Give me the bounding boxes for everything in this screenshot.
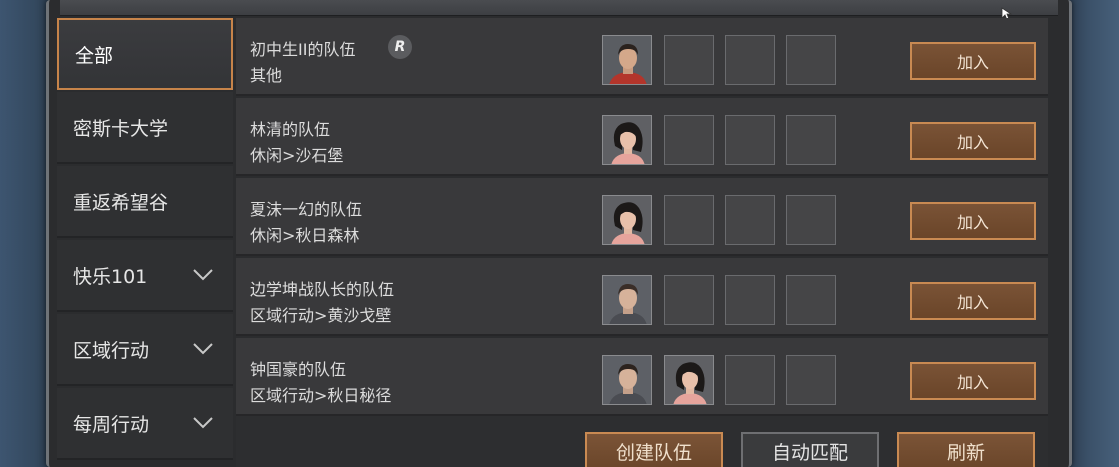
female-avatar-icon	[603, 116, 651, 164]
team-location: 休闲>秋日森林	[250, 226, 360, 245]
sidebar-item-label: 快乐101	[73, 265, 148, 288]
team-location: 其他	[250, 66, 283, 85]
team-name: 夏沫一幻的队伍	[250, 200, 363, 219]
sidebar-item-return-hope-valley[interactable]: 重返希望谷	[57, 166, 233, 238]
empty-member-slot	[725, 115, 775, 165]
empty-member-slot	[786, 275, 836, 325]
panel-top-bar	[60, 0, 1058, 16]
sidebar-item-label: 全部	[75, 44, 114, 67]
chevron-down-icon	[193, 417, 213, 429]
member-avatar[interactable]	[602, 195, 652, 245]
sidebar-item-miska-university[interactable]: 密斯卡大学	[57, 92, 233, 164]
background-left	[0, 0, 50, 467]
join-button[interactable]: 加入	[910, 362, 1036, 400]
chevron-down-icon	[193, 269, 213, 281]
team-list: 初中生II的队伍 R 其他 加入 林清的队伍 休闲>沙石堡 加入 夏沫一幻的队伍…	[236, 16, 1048, 416]
empty-member-slot	[786, 35, 836, 85]
join-button[interactable]: 加入	[910, 202, 1036, 240]
team-name: 边学坤战队长的队伍	[250, 280, 395, 299]
female-avatar-icon	[603, 196, 651, 244]
team-location: 区域行动>黄沙戈壁	[250, 306, 392, 325]
sidebar-item-regional-action[interactable]: 区域行动	[57, 314, 233, 386]
member-avatar[interactable]	[602, 275, 652, 325]
join-button[interactable]: 加入	[910, 122, 1036, 160]
background-right	[1069, 0, 1119, 467]
empty-member-slot	[786, 355, 836, 405]
empty-member-slot	[725, 275, 775, 325]
chevron-down-icon	[193, 343, 213, 355]
empty-member-slot	[786, 195, 836, 245]
empty-member-slot	[664, 115, 714, 165]
auto-match-button[interactable]: 自动匹配	[741, 432, 879, 467]
refresh-button[interactable]: 刷新	[897, 432, 1035, 467]
sidebar-item-all[interactable]: 全部	[57, 18, 233, 90]
sidebar-item-label: 区域行动	[73, 339, 150, 362]
team-row: 初中生II的队伍 R 其他 加入	[236, 18, 1048, 96]
team-name: 林清的队伍	[250, 120, 331, 139]
team-location: 休闲>沙石堡	[250, 146, 344, 165]
empty-member-slot	[664, 275, 714, 325]
male-avatar-icon	[603, 36, 651, 84]
member-avatar[interactable]	[602, 115, 652, 165]
sidebar-item-label: 重返希望谷	[73, 191, 169, 214]
empty-member-slot	[725, 355, 775, 405]
team-row: 边学坤战队长的队伍 区域行动>黄沙戈壁 加入	[236, 258, 1048, 336]
sidebar-item-label: 每周行动	[73, 413, 150, 436]
team-name: 初中生II的队伍	[250, 40, 356, 59]
member-avatar[interactable]	[664, 355, 714, 405]
empty-member-slot	[664, 195, 714, 245]
team-row: 夏沫一幻的队伍 休闲>秋日森林 加入	[236, 178, 1048, 256]
create-team-button[interactable]: 创建队伍	[585, 432, 723, 467]
sidebar-item-happy-101[interactable]: 快乐101	[57, 240, 233, 312]
team-row: 钟国豪的队伍 区域行动>秋日秘径 加入	[236, 338, 1048, 416]
male-avatar-icon	[603, 356, 651, 404]
team-row: 林清的队伍 休闲>沙石堡 加入	[236, 98, 1048, 176]
male-avatar-icon	[603, 276, 651, 324]
empty-member-slot	[786, 115, 836, 165]
empty-member-slot	[725, 35, 775, 85]
join-button[interactable]: 加入	[910, 282, 1036, 320]
team-badge: R	[388, 35, 412, 59]
category-sidebar: 全部 密斯卡大学 重返希望谷 快乐101 区域行动 每周行动	[57, 16, 233, 467]
sidebar-item-weekly-action[interactable]: 每周行动	[57, 388, 233, 460]
team-location: 区域行动>秋日秘径	[250, 386, 392, 405]
team-name: 钟国豪的队伍	[250, 360, 347, 379]
member-avatar[interactable]	[602, 35, 652, 85]
empty-member-slot	[725, 195, 775, 245]
empty-member-slot	[664, 35, 714, 85]
join-button[interactable]: 加入	[910, 42, 1036, 80]
sidebar-item-label: 密斯卡大学	[73, 117, 169, 140]
member-avatar[interactable]	[602, 355, 652, 405]
female-avatar-icon	[665, 356, 713, 404]
